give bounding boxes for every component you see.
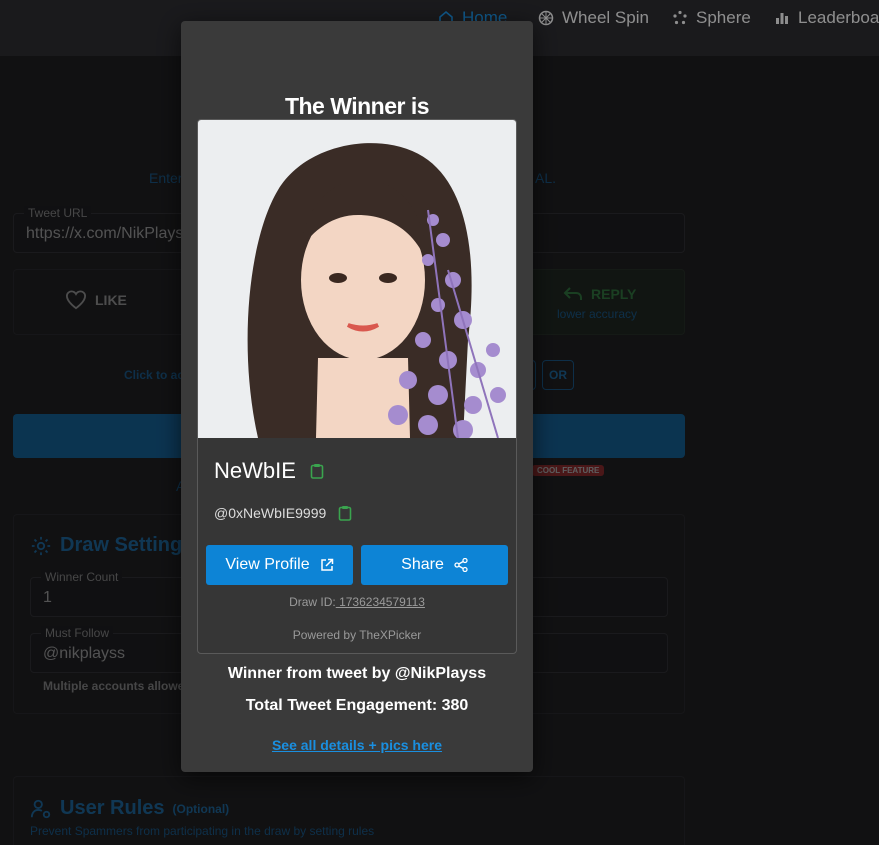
winner-photo xyxy=(198,120,516,438)
share-label: Share xyxy=(401,556,444,573)
view-profile-button[interactable]: View Profile xyxy=(206,545,353,585)
view-profile-label: View Profile xyxy=(225,556,310,573)
external-link-icon xyxy=(320,558,333,571)
winner-name: NeWbIE xyxy=(214,458,296,483)
winner-handle-row: @0xNeWbIE9999 xyxy=(214,505,352,521)
winner-name-row: NeWbIE xyxy=(214,458,324,484)
winner-handle: @0xNeWbIE9999 xyxy=(214,505,327,521)
draw-id-value[interactable]: 1736234579113 xyxy=(336,595,425,609)
winner-card: NeWbIE @0xNeWbIE9999 View Profile Share … xyxy=(197,119,517,654)
winner-from-text: Winner from tweet by @NikPlayss xyxy=(227,665,487,682)
modal-title: The Winner is xyxy=(284,93,430,119)
share-button[interactable]: Share xyxy=(361,545,508,585)
winner-modal: The Winner is NeWbIE @0xNeWbIE9999 View … xyxy=(181,21,533,772)
share-icon xyxy=(454,558,468,572)
copy-name-icon[interactable] xyxy=(310,463,324,479)
engagement-text: Total Tweet Engagement: 380 xyxy=(245,697,469,714)
draw-id: Draw ID: 1736234579113 xyxy=(198,595,516,609)
draw-id-label: Draw ID: xyxy=(289,595,336,609)
see-details-link[interactable]: See all details + pics here xyxy=(181,737,533,753)
copy-handle-icon[interactable] xyxy=(338,505,352,521)
powered-by: Powered by TheXPicker xyxy=(292,628,422,642)
